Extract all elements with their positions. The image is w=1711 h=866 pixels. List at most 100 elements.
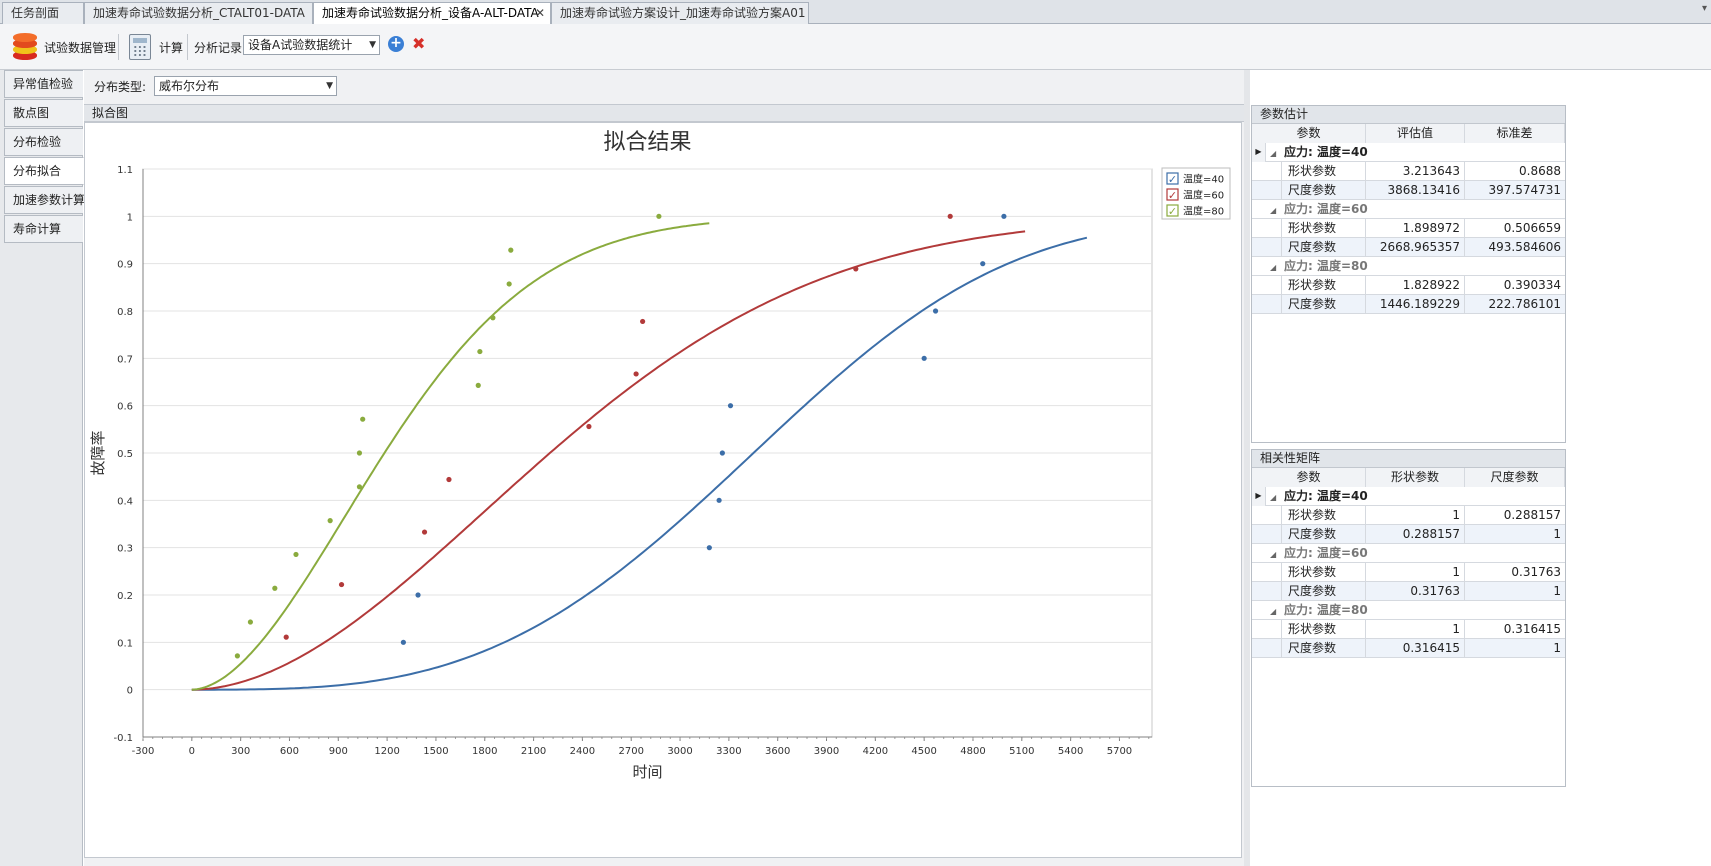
expand-icon[interactable]: ◢ [1270, 546, 1284, 563]
x-tick-label: 900 [329, 746, 348, 757]
parameter-estimate-title: 参数估计 [1252, 106, 1565, 124]
distribution-type-value: 威布尔分布 [159, 79, 220, 93]
table-row[interactable]: 形状参数 1 0.31763 [1252, 563, 1565, 582]
table-row[interactable]: 形状参数 1 0.316415 [1252, 620, 1565, 639]
table-row[interactable]: 尺度参数 1446.189229 222.786101 [1252, 295, 1565, 314]
param-column-header[interactable]: 参数 [1252, 124, 1366, 143]
close-icon[interactable]: ✕ [535, 3, 545, 23]
nav-scatter-plot[interactable]: 散点图 [4, 99, 83, 127]
table-row[interactable]: 形状参数 3.213643 0.8688 [1252, 162, 1565, 181]
corr-column-header[interactable]: 形状参数 [1366, 468, 1465, 487]
expand-icon[interactable]: ◢ [1270, 202, 1284, 219]
table-row[interactable]: 形状参数 1 0.288157 [1252, 506, 1565, 525]
legend-label: 温度=80 [1183, 205, 1224, 218]
y-tick-label: 0.4 [117, 496, 133, 507]
data-point [727, 403, 734, 409]
x-tick-label: 1800 [472, 746, 497, 757]
corr-group-row[interactable]: ◢ 应力: 温度=80 [1252, 601, 1565, 620]
y-axis-label: 故障率 [89, 430, 107, 475]
table-row[interactable]: 形状参数 1.828922 0.390334 [1252, 276, 1565, 295]
legend-label: 温度=60 [1183, 189, 1224, 202]
calculate-button[interactable]: 计算 [129, 24, 183, 70]
nav-outlier-test[interactable]: 异常值检验 [4, 70, 83, 98]
corr-value-cell: 1 [1553, 527, 1561, 541]
chart-title: 拟合结果 [603, 130, 691, 155]
nav-distribution-test[interactable]: 分布检验 [4, 128, 83, 156]
distribution-type-select[interactable]: 威布尔分布 ▼ [154, 76, 337, 96]
toolbar-separator [118, 34, 119, 60]
param-group-row[interactable]: ▶ ◢ 应力: 温度=40 [1252, 143, 1565, 162]
corr-value-cell: 0.316415 [1366, 639, 1465, 658]
corr-value-cell: 1 [1553, 641, 1561, 655]
param-column-header[interactable]: 评估值 [1366, 124, 1465, 143]
param-value-cell: 1.828922 [1366, 276, 1465, 295]
data-point [360, 416, 366, 422]
corr-value-cell: 1 [1366, 620, 1465, 639]
delete-icon[interactable]: ✖ [412, 36, 425, 52]
table-row[interactable]: 尺度参数 0.31763 1 [1252, 582, 1565, 601]
param-group-row[interactable]: ◢ 应力: 温度=60 [1252, 200, 1565, 219]
expand-icon[interactable]: ◢ [1270, 489, 1284, 506]
distribution-type-label: 分布类型: [94, 80, 147, 94]
test-data-management-button[interactable]: 试验数据管理 [12, 24, 116, 70]
corr-column-header[interactable]: 尺度参数 [1465, 468, 1565, 487]
param-value-cell: 493.584606 [1488, 240, 1561, 254]
add-icon[interactable]: + [388, 36, 404, 52]
param-param-name: 尺度参数 [1282, 238, 1366, 257]
corr-column-header[interactable]: 参数 [1252, 468, 1366, 487]
fit-chart-svg: -0.1 0 0.1 0.2 0.3 0.4 0.5 0.6 0.7 0.8 0.9 1 1.1 -300… [89, 130, 1231, 781]
param-param-name: 形状参数 [1282, 162, 1366, 181]
row-indicator-icon: ▶ [1252, 143, 1266, 162]
nav-distribution-fit[interactable]: 分布拟合 [4, 157, 84, 185]
nav-life-calculation[interactable]: 寿命计算 [4, 215, 83, 243]
table-row[interactable]: 尺度参数 3868.13416 397.574731 [1252, 181, 1565, 200]
param-value-cell: 397.574731 [1488, 183, 1561, 197]
y-tick-label: 0.9 [117, 260, 133, 271]
table-row[interactable]: 尺度参数 2668.965357 493.584606 [1252, 238, 1565, 257]
data-point [706, 545, 712, 551]
chevron-down-icon[interactable]: ▾ [1702, 3, 1707, 14]
corr-group-label: 应力: 温度=40 [1284, 489, 1368, 503]
data-point [490, 315, 496, 321]
corr-value-cell: 0.31763 [1511, 565, 1561, 579]
panel-splitter[interactable] [1244, 70, 1250, 866]
check-icon: ✓ [1168, 173, 1177, 186]
x-tick-label: 3600 [765, 746, 790, 757]
corr-value-cell: 0.288157 [1503, 508, 1561, 522]
tab-test-plan-design[interactable]: 加速寿命试验方案设计_加速寿命试验方案A01 [551, 2, 809, 24]
data-point [421, 529, 428, 535]
parameter-estimate-panel: 参数估计 参数 评估值 标准差 ▶ ◢ 应力: 温度=40 形状参数 3.213643 0.86… [1251, 105, 1566, 443]
corr-group-label: 应力: 温度=60 [1284, 546, 1368, 560]
table-row[interactable]: 形状参数 1.898972 0.506659 [1252, 219, 1565, 238]
param-value-cell: 3868.13416 [1366, 181, 1465, 200]
param-value-cell: 222.786101 [1488, 297, 1561, 311]
corr-value-cell: 1 [1553, 584, 1561, 598]
corr-header-row: 参数 形状参数 尺度参数 [1252, 468, 1565, 487]
corr-group-row[interactable]: ◢ 应力: 温度=60 [1252, 544, 1565, 563]
tab-ctalt01-analysis[interactable]: 加速寿命试验数据分析_CTALT01-DATA [84, 2, 313, 24]
table-row[interactable]: 尺度参数 0.288157 1 [1252, 525, 1565, 544]
data-point [656, 213, 662, 219]
param-column-header[interactable]: 标准差 [1465, 124, 1565, 143]
corr-group-label: 应力: 温度=80 [1284, 603, 1368, 617]
tab-mission-profile[interactable]: 任务剖面 [2, 2, 84, 24]
param-group-row[interactable]: ◢ 应力: 温度=80 [1252, 257, 1565, 276]
analysis-history-select[interactable]: 设备A试验数据统计 ▼ [243, 35, 380, 55]
chevron-down-icon: ▼ [369, 40, 376, 50]
check-icon: ✓ [1168, 205, 1177, 218]
tab-device-a-analysis[interactable]: 加速寿命试验数据分析_设备A-ALT-DATA ✕ [313, 2, 551, 25]
data-point [921, 355, 927, 361]
param-header-row: 参数 评估值 标准差 [1252, 124, 1565, 143]
y-tick-label: 0.1 [117, 638, 133, 649]
table-row[interactable]: 尺度参数 0.316415 1 [1252, 639, 1565, 658]
expand-icon[interactable]: ◢ [1270, 259, 1284, 276]
nav-acceleration-params[interactable]: 加速参数计算 [4, 186, 85, 214]
corr-group-row[interactable]: ▶ ◢ 应力: 温度=40 [1252, 487, 1565, 506]
data-point [356, 484, 363, 490]
x-tick-label: 1500 [423, 746, 448, 757]
expand-icon[interactable]: ◢ [1270, 603, 1284, 620]
data-point [947, 213, 953, 219]
data-point [338, 581, 345, 588]
expand-icon[interactable]: ◢ [1270, 145, 1284, 162]
y-tick-label: 0.7 [117, 354, 133, 365]
